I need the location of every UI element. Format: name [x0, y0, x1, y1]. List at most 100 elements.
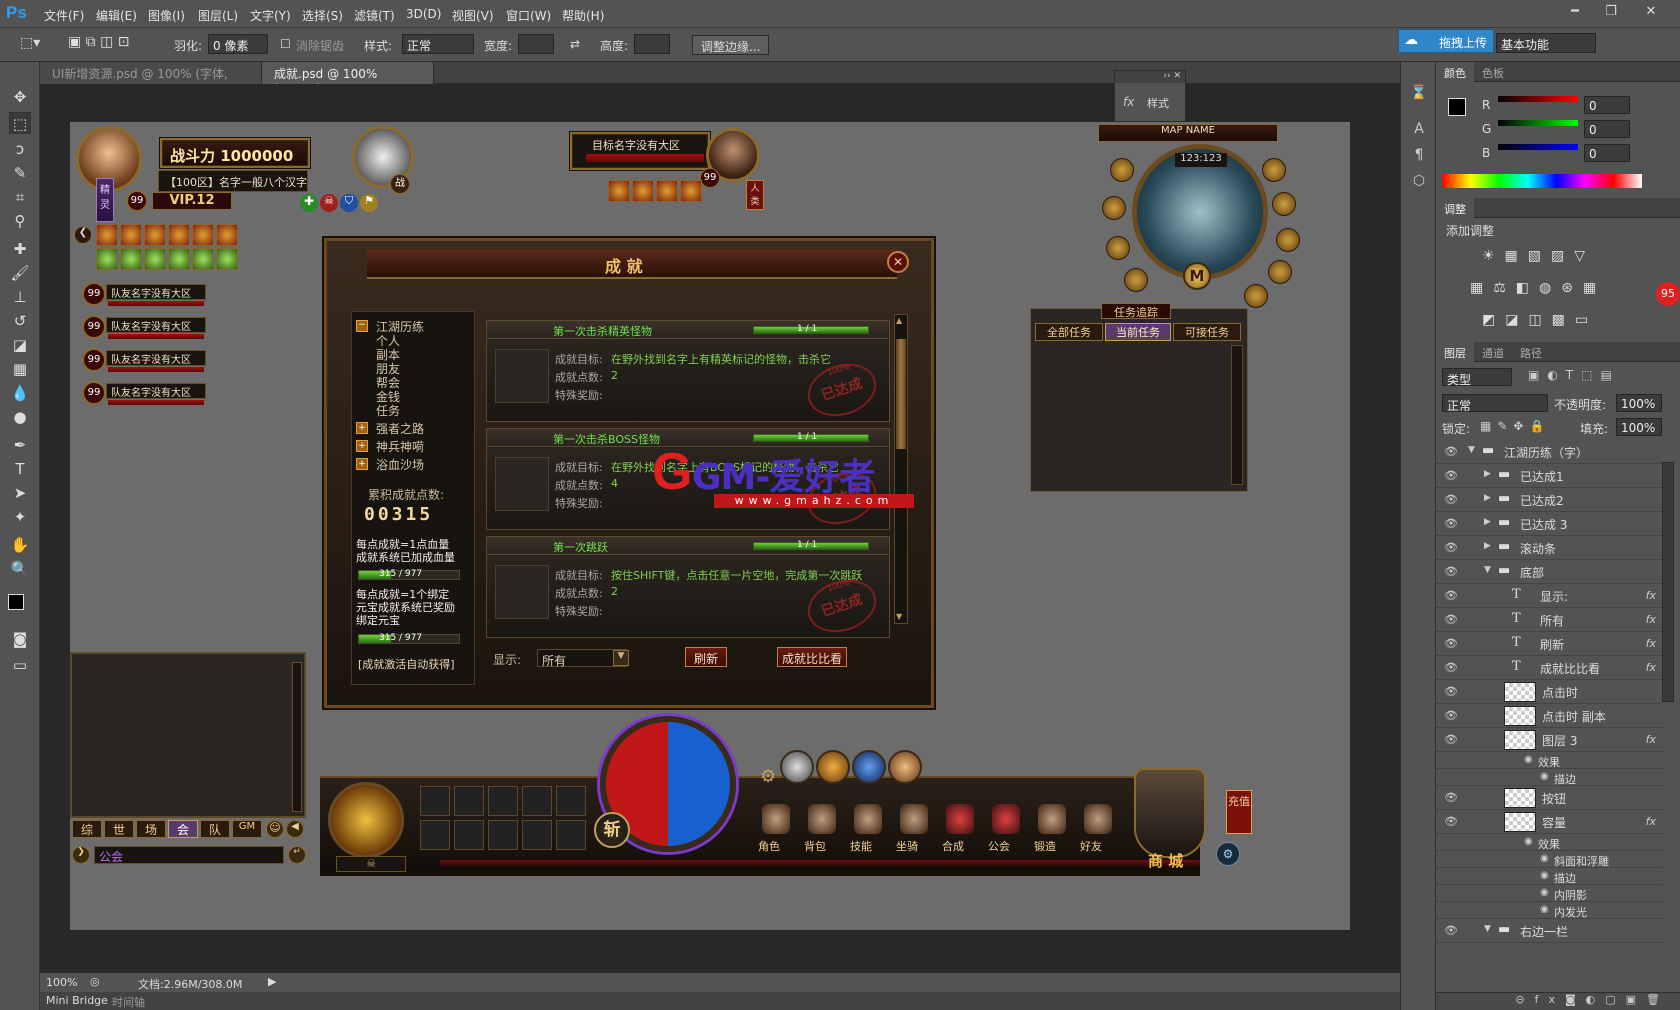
green-slider[interactable]: [1498, 120, 1578, 126]
chat-tab[interactable]: 世: [104, 820, 134, 838]
refresh-button[interactable]: 刷新: [685, 647, 727, 667]
buff-slot[interactable]: [192, 224, 214, 246]
layer-row[interactable]: 👁 ▼ ▬ 底部: [1436, 560, 1662, 584]
chat-input[interactable]: 公会: [94, 846, 284, 864]
layer-row[interactable]: 👁 ▶ ▬ 滚动条: [1436, 536, 1662, 560]
3d-icon[interactable]: ⬡: [1408, 170, 1430, 192]
tab-paths[interactable]: 路径: [1512, 342, 1550, 364]
visibility-eye-icon[interactable]: 👁: [1444, 709, 1458, 722]
scroll-up-icon[interactable]: ▲: [896, 316, 906, 326]
layer-row[interactable]: 👁 T 所有 fx: [1436, 608, 1662, 632]
menu-mount[interactable]: 坐骑: [892, 804, 936, 856]
layer-row[interactable]: 👁 按钮: [1436, 786, 1662, 810]
swords-icon[interactable]: [780, 750, 814, 784]
minimize-icon[interactable]: ━: [1560, 4, 1590, 24]
character-icon[interactable]: A: [1408, 118, 1430, 140]
history-brush-icon[interactable]: ↺: [9, 310, 31, 332]
menu-select[interactable]: 选择(S): [302, 7, 343, 24]
item-slot[interactable]: [556, 820, 586, 850]
plus-icon[interactable]: ✚: [300, 194, 318, 212]
compare-button[interactable]: 成就比比看: [777, 647, 847, 667]
lasso-tool-icon[interactable]: ↄ: [9, 138, 31, 160]
trophy-icon[interactable]: [1262, 158, 1286, 182]
buff-slot[interactable]: [120, 224, 142, 246]
layer-row[interactable]: 👁 图层 3 fx: [1436, 728, 1662, 752]
layer-row[interactable]: 👁 ▶ ▬ 已达成2: [1436, 488, 1662, 512]
vip-badge[interactable]: VIP.12: [152, 192, 232, 210]
slash-button[interactable]: 斩: [594, 812, 630, 848]
opacity-input[interactable]: 100%: [1616, 394, 1662, 412]
achievement-item[interactable]: 第一次击杀精英怪物 1 / 1 成就目标: 在野外找到名字上有精英标记的怪物，击杀它成…: [486, 320, 890, 425]
style-select[interactable]: 正常: [402, 34, 474, 54]
blue-input[interactable]: 0: [1584, 144, 1630, 162]
notification-badge[interactable]: 95: [1656, 282, 1680, 306]
item-slot[interactable]: [556, 786, 586, 816]
visibility-eye-icon[interactable]: 👁: [1444, 493, 1458, 506]
layer-row[interactable]: 👁 ▶ ▬ 已达成1: [1436, 464, 1662, 488]
fx-icon[interactable]: fx: [1646, 815, 1656, 828]
gear-icon[interactable]: ⚙: [1216, 842, 1240, 866]
bag-icon[interactable]: [1124, 268, 1148, 292]
tab-swatches[interactable]: 色板: [1474, 62, 1512, 84]
speaker-icon[interactable]: ◀: [286, 820, 304, 838]
menu-bag[interactable]: 背包: [800, 804, 844, 856]
chevron-right-icon[interactable]: ❯: [72, 846, 90, 864]
tree-category[interactable]: 浴血沙场: [376, 456, 424, 473]
buff-slot[interactable]: [144, 224, 166, 246]
antialias-checkbox[interactable]: ☐: [280, 37, 291, 51]
debuff-slot[interactable]: [680, 180, 702, 202]
menu-friend[interactable]: 好友: [1076, 804, 1120, 856]
scroll-down-icon[interactable]: ▼: [896, 612, 906, 622]
adjustment-icons-row1[interactable]: ☀▦▧▨▽: [1482, 248, 1595, 264]
item-slot[interactable]: [522, 786, 552, 816]
width-input[interactable]: [518, 34, 554, 54]
recharge-button[interactable]: 充值: [1226, 790, 1252, 834]
buff-slot[interactable]: [168, 248, 190, 270]
tab-channels[interactable]: 通道: [1474, 342, 1512, 364]
buff-slot[interactable]: [96, 224, 118, 246]
item-slot[interactable]: [454, 820, 484, 850]
item-slot[interactable]: [454, 786, 484, 816]
visibility-eye-icon[interactable]: 👁: [1444, 924, 1458, 937]
scroll-icon[interactable]: [1276, 228, 1300, 252]
visibility-eye-icon[interactable]: 👁: [1444, 445, 1458, 458]
effect-eye-icon[interactable]: ◉: [1540, 904, 1549, 915]
marquee-tool-icon[interactable]: ⬚: [9, 112, 31, 134]
item-slot[interactable]: [488, 786, 518, 816]
gear-icon[interactable]: [1106, 236, 1130, 260]
chat-tab[interactable]: GM: [232, 820, 262, 838]
chevron-down-icon[interactable]: ▼: [1484, 924, 1491, 934]
chevron-right-icon[interactable]: ▶: [1484, 469, 1491, 479]
buff-slot[interactable]: [120, 248, 142, 270]
eyedropper-tool-icon[interactable]: ⚲: [9, 210, 31, 232]
shape-tool-icon[interactable]: ✦: [9, 506, 31, 528]
chevron-left-icon[interactable]: ❮: [74, 226, 92, 244]
tree-category[interactable]: 强者之路: [376, 420, 424, 437]
menu-filter[interactable]: 滤镜(T): [354, 7, 395, 24]
visibility-eye-icon[interactable]: 👁: [1444, 791, 1458, 804]
achievement-icon-slot[interactable]: [495, 565, 549, 619]
status-icon[interactable]: ◎: [90, 975, 100, 988]
dodge-tool-icon[interactable]: ●: [9, 406, 31, 428]
layer-row[interactable]: 👁 T 刷新 fx: [1436, 632, 1662, 656]
achievement-icon-slot[interactable]: [495, 349, 549, 403]
gem-orb[interactable]: [328, 782, 404, 858]
buff-slot[interactable]: [168, 224, 190, 246]
layer-row[interactable]: 👁 ▼ ▬ 江湖历练（字）: [1436, 440, 1662, 464]
fg-swatch[interactable]: [1448, 98, 1466, 116]
chat-log[interactable]: [70, 652, 306, 818]
marquee-icon[interactable]: ⬚▾: [20, 35, 40, 51]
tab-color[interactable]: 颜色: [1436, 62, 1474, 84]
quest-tab-all[interactable]: 全部任务: [1035, 323, 1103, 341]
chat-tab[interactable]: 队: [200, 820, 230, 838]
chat-tab-active[interactable]: 会: [168, 820, 198, 838]
quest-tab-current[interactable]: 当前任务: [1105, 323, 1171, 341]
quest-scrollbar[interactable]: [1231, 345, 1243, 485]
effect-eye-icon[interactable]: ◉: [1540, 887, 1549, 898]
team-member[interactable]: 99 队友名字没有大区: [82, 315, 212, 343]
visibility-eye-icon[interactable]: 👁: [1444, 613, 1458, 626]
visibility-eye-icon[interactable]: 👁: [1444, 565, 1458, 578]
settings-gear-icon[interactable]: ⚙: [760, 766, 776, 787]
eraser-tool-icon[interactable]: ◪: [9, 334, 31, 356]
eye-icon[interactable]: [1244, 284, 1268, 308]
